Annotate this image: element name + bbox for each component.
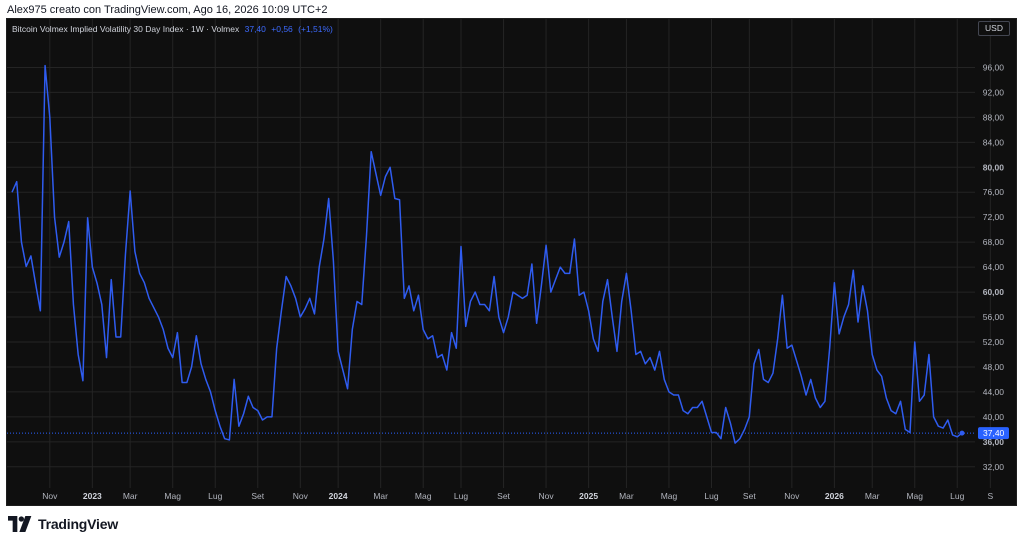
x-tick-label: Lug — [950, 491, 964, 501]
legend-title: Bitcoin Volmex Implied Volatility 30 Day… — [12, 24, 240, 34]
x-tick-label: Mar — [865, 491, 880, 501]
y-tick-label: 40,00 — [983, 412, 1005, 422]
x-tick-label: 2025 — [579, 491, 598, 501]
x-tick-label: Mag — [415, 491, 432, 501]
y-tick-label: 64,00 — [983, 262, 1005, 272]
x-tick-label: Nov — [42, 491, 58, 501]
legend-change-percent: (+1,51%) — [298, 24, 333, 34]
y-tick-label: 84,00 — [983, 137, 1005, 147]
tradingview-logo[interactable]: TradingView — [8, 516, 118, 532]
x-tick-label: Nov — [293, 491, 309, 501]
y-tick-label: 52,00 — [983, 337, 1005, 347]
x-tick-label: S — [988, 491, 994, 501]
x-tick-label: Set — [497, 491, 510, 501]
x-tick-label: 2024 — [329, 491, 348, 501]
x-tick-label: Mar — [619, 491, 634, 501]
x-tick-label: Mag — [906, 491, 923, 501]
x-tick-label: Set — [251, 491, 264, 501]
y-tick-label: 96,00 — [983, 62, 1005, 72]
x-tick-label: Mag — [661, 491, 678, 501]
y-tick-label: 32,00 — [983, 462, 1005, 472]
y-tick-label: 72,00 — [983, 212, 1005, 222]
y-tick-label: 68,00 — [983, 237, 1005, 247]
x-axis: Nov 2023 Mar Mag Lug Set Nov 2024 Mar Mag Lug Set No… — [42, 491, 993, 501]
grid-lines — [7, 19, 991, 488]
last-point-marker — [959, 430, 965, 436]
legend-last-value: 37,40 — [244, 24, 266, 34]
y-tick-label: 76,00 — [983, 187, 1005, 197]
y-tick-label: 48,00 — [983, 362, 1005, 372]
x-tick-label: Set — [743, 491, 756, 501]
tradingview-logo-icon — [8, 516, 32, 532]
currency-selector[interactable]: USD — [978, 21, 1010, 36]
chart-legend: Bitcoin Volmex Implied Volatility 30 Day… — [12, 24, 333, 34]
x-tick-label: 2026 — [825, 491, 844, 501]
brand-name: TradingView — [38, 516, 119, 532]
x-tick-label: Lug — [454, 491, 468, 501]
y-tick-label: 56,00 — [983, 312, 1005, 322]
x-tick-label: Mar — [123, 491, 138, 501]
x-tick-label: Mag — [164, 491, 181, 501]
y-tick-label: 60,00 — [983, 287, 1005, 297]
x-tick-label: Nov — [784, 491, 800, 501]
x-tick-label: Nov — [539, 491, 555, 501]
x-tick-label: Lug — [208, 491, 222, 501]
last-price-tag: 37,40 — [978, 427, 1009, 440]
price-chart[interactable]: Nov 2023 Mar Mag Lug Set Nov 2024 Mar Mag Lug Set No… — [0, 0, 1024, 546]
y-tick-label: 44,00 — [983, 387, 1005, 397]
y-tick-label: 80,00 — [983, 162, 1005, 172]
x-tick-label: Lug — [704, 491, 718, 501]
x-tick-label: 2023 — [83, 491, 102, 501]
legend-change: +0,56 — [271, 24, 293, 34]
x-tick-label: Mar — [373, 491, 388, 501]
y-tick-label: 88,00 — [983, 112, 1005, 122]
last-price-label: 37,40 — [983, 428, 1005, 438]
y-axis: 32,0036,0040,0044,0048,0052,0056,0060,00… — [983, 62, 1005, 471]
series-line — [11, 64, 963, 444]
y-tick-label: 92,00 — [983, 87, 1005, 97]
